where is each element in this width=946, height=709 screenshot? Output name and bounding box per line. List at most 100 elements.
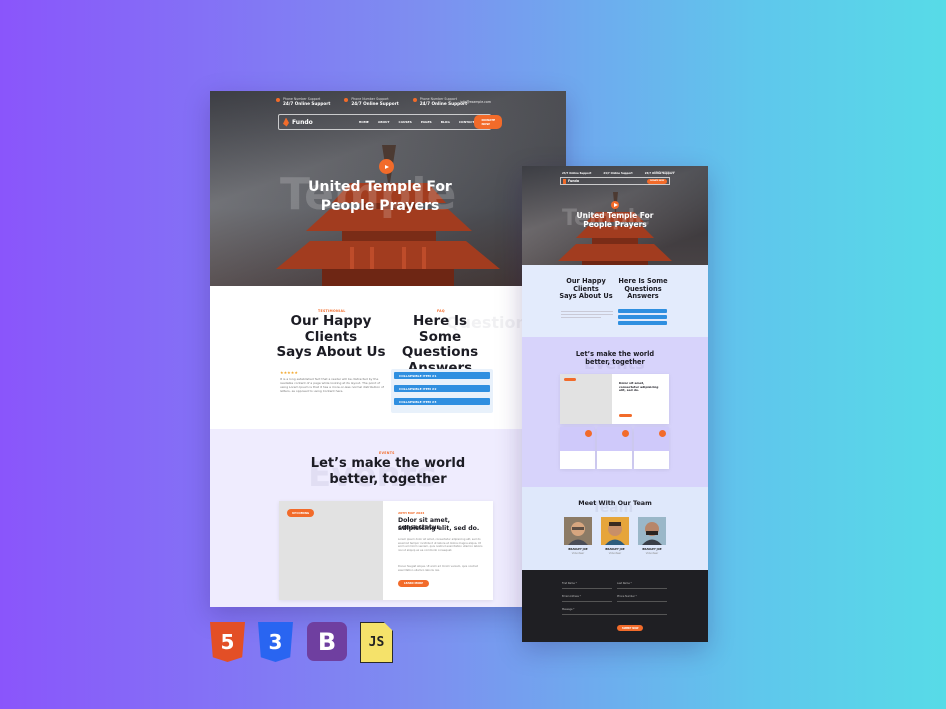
team-member-role: Volunteer (571, 552, 585, 555)
phone-label: Phone Number * (617, 595, 637, 598)
logo-text[interactable]: Fundo (568, 179, 579, 183)
date-badge (659, 430, 666, 437)
team-member-role: Volunteer (608, 552, 622, 555)
avatar (638, 517, 666, 545)
email-link[interactable]: info@example.com (654, 171, 675, 174)
event-title: Dolor sit amet, consectetur adipisicing … (619, 381, 659, 393)
event-date: 20TH MAY 2024 (398, 511, 425, 515)
nav-contact[interactable]: CONTACT (459, 120, 475, 124)
last-name-label: Last Name * (617, 582, 632, 585)
message-label: Message * (562, 608, 575, 611)
nav-about[interactable]: ABOUT (378, 120, 390, 124)
avatar (564, 517, 592, 545)
faq-title: Here Is Some Questions Answers (616, 277, 670, 301)
faq-item[interactable]: COLLAPSIBLE ITEM #2 (394, 385, 490, 392)
events-title-line-2: better, together (329, 472, 447, 487)
faq-item[interactable] (618, 321, 667, 325)
faq-title-line: Answers (627, 292, 659, 301)
first-name-field[interactable] (562, 588, 612, 589)
events-section: EVENTS Events Let’s make the world bette… (210, 429, 566, 607)
team-section: Team Meet With Our Team BRADLEY JOE BRAD… (522, 487, 708, 570)
event-card-small[interactable] (634, 427, 669, 469)
main-navbar: Fundo HOME ABOUT CAUSES PAGES BLOG CONTA… (278, 114, 503, 130)
nav-home[interactable]: HOME (359, 120, 369, 124)
desktop-mockup-small: 24/7 Online Support 24/7 Online Support … (522, 166, 708, 642)
phone-field[interactable] (617, 601, 667, 602)
javascript-icon: JS (360, 622, 393, 663)
faq-title-line: Questions (401, 344, 479, 361)
person-avatar (568, 522, 588, 545)
team-member-name: BRADLEY JOE (642, 548, 662, 551)
message-field[interactable] (562, 614, 667, 615)
testimonial-text (561, 314, 613, 315)
testimonial-text: It is a long established fact that a rea… (280, 377, 384, 393)
first-name-label: First Name * (562, 582, 577, 585)
events-title-line-1: Let’s make the world (310, 456, 466, 471)
testimonial-title-line: Our Happy (290, 313, 372, 329)
contact-value: 24/7 Online Support (351, 101, 399, 106)
submit-button[interactable]: SUBMIT NOW (617, 625, 644, 631)
events-title-line-2: better, together (585, 358, 645, 366)
css3-icon: 3 (258, 622, 293, 662)
flame-icon (283, 117, 289, 127)
nav-pages[interactable]: PAGES (421, 120, 432, 124)
avatar (601, 517, 629, 545)
faq-item[interactable]: COLLAPSIBLE ITEM #3 (394, 398, 490, 405)
donate-button[interactable]: DONATE NOW (474, 115, 503, 129)
hero-title-line-2: People Prayers (320, 198, 440, 214)
faq-item[interactable] (618, 315, 667, 319)
css3-label: 3 (268, 630, 283, 654)
event-card[interactable]: UPCOMING 20TH MAY 2024 Dolor sit amet, c… (279, 501, 493, 600)
team-title: Meet With Our Team (578, 499, 652, 507)
faq-item[interactable] (618, 309, 667, 313)
learn-more-button[interactable]: LEARN MORE (398, 580, 430, 587)
html5-icon: 5 (210, 622, 245, 662)
contact-value: 24/7 Online Support (562, 172, 592, 175)
phone-icon (412, 98, 417, 102)
email-link[interactable]: info@example.com (460, 100, 491, 104)
donate-button[interactable]: DONATE NOW (647, 178, 667, 184)
event-tag (564, 378, 576, 381)
event-card-small[interactable] (560, 427, 595, 469)
date-badge (585, 430, 592, 437)
event-description: Lorem ipsum dolor sit amet, consectetur … (398, 538, 483, 552)
logo-text: Fundo (292, 118, 313, 126)
nav-blog[interactable]: BLOG (441, 120, 450, 124)
phone-icon (276, 98, 280, 102)
event-card[interactable]: Dolor sit amet, consectetur adipisicing … (560, 374, 669, 424)
event-title-line-2: adipisicing elit, sed do. (398, 525, 480, 532)
event-image (560, 374, 612, 424)
nav-causes[interactable]: CAUSES (399, 120, 412, 124)
contact-value: 24/7 Online Support (283, 101, 331, 106)
hero-section: 24/7 Online Support 24/7 Online Support … (522, 166, 708, 265)
team-member-name: BRADLEY JOE (568, 548, 588, 551)
team-member-role: Volunteer (645, 552, 659, 555)
event-card-small[interactable] (597, 427, 632, 469)
email-field[interactable] (562, 601, 612, 602)
html5-label: 5 (220, 630, 235, 654)
person-avatar (642, 522, 662, 545)
event-tag: UPCOMING (287, 509, 315, 517)
testimonial-title-line: Says About Us (559, 292, 613, 301)
faq-item[interactable]: COLLAPSIBLE ITEM #1 (394, 372, 490, 379)
faq-title-line: Here Is Some (412, 313, 468, 345)
hero-section: Phone Number Support 24/7 Online Support… (210, 91, 566, 286)
team-member-name: BRADLEY JOE (605, 548, 625, 551)
testimonial-text (561, 311, 613, 312)
contact-item: Phone Number Support 24/7 Online Support (412, 97, 467, 106)
contact-item: Phone Number Support 24/7 Online Support (344, 97, 399, 106)
contact-item: Phone Number Support 24/7 Online Support (276, 97, 330, 106)
contact-form-footer: First Name * Last Name * Email Address *… (522, 570, 708, 642)
testimonial-title: Our Happy Clients Says About Us (556, 277, 616, 301)
site-logo[interactable]: Fundo (283, 117, 313, 127)
hero-title-line-2: People Prayers (583, 220, 647, 229)
main-navbar: Fundo DONATE NOW (560, 177, 670, 185)
flame-icon (563, 178, 566, 184)
testimonial-title-line: Says About Us (276, 344, 386, 361)
learn-more-button[interactable] (619, 414, 632, 417)
last-name-field[interactable] (617, 588, 667, 589)
bootstrap-icon: B (307, 622, 347, 661)
contact-value: 24/7 Online Support (603, 172, 633, 175)
top-contact-bar: Phone Number Support 24/7 Online Support… (276, 97, 467, 106)
phone-icon (344, 98, 349, 102)
